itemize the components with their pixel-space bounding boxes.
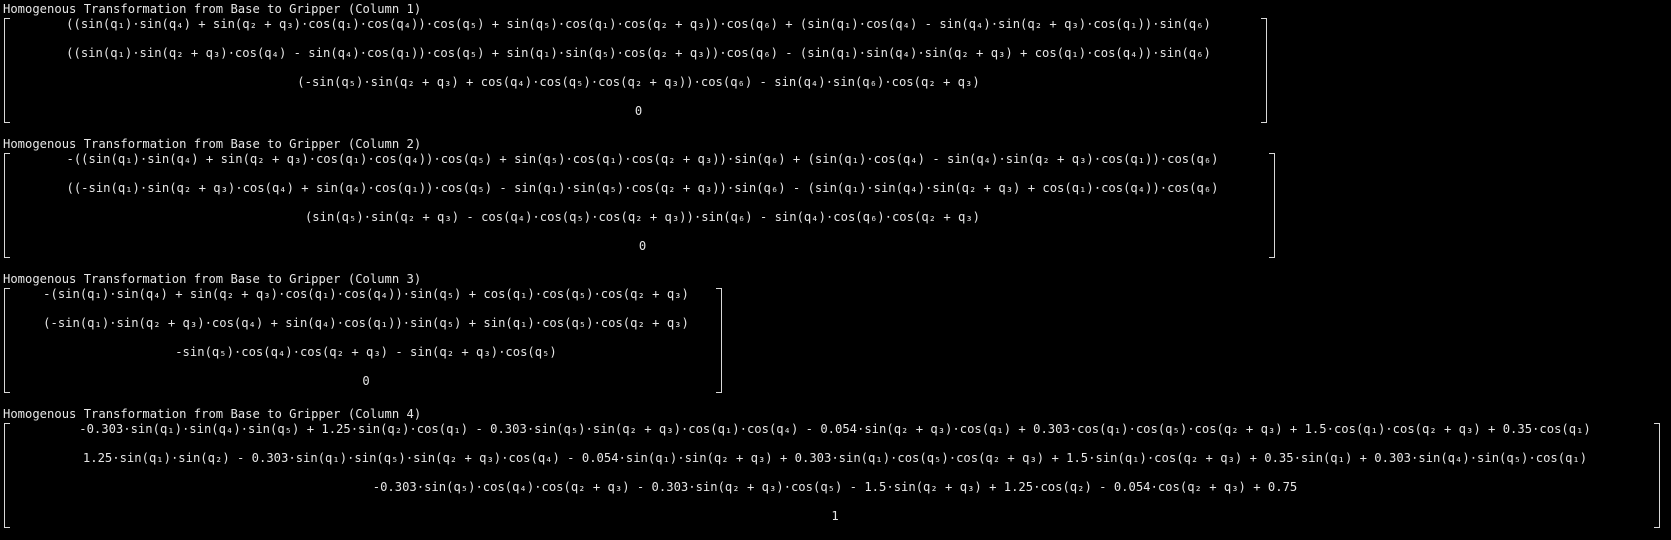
matrix-row-4: 0 [638, 239, 647, 253]
column-1-matrix: ((sin(q₁)⋅sin(q₄) + sin(q₂ + q₃)⋅cos(q₁)… [4, 16, 1267, 124]
right-bracket [1261, 18, 1267, 123]
matrix-row-4: 0 [634, 104, 643, 118]
matrix-row-3: (sin(q₅)⋅sin(q₂ + q₃) - cos(q₄)⋅cos(q₅)⋅… [304, 210, 981, 224]
column-4-matrix: -0.303⋅sin(q₁)⋅sin(q₄)⋅sin(q₅) + 1.25⋅si… [4, 421, 1664, 529]
column-3-matrix: -(sin(q₁)⋅sin(q₄) + sin(q₂ + q₃)⋅cos(q₁)… [4, 286, 724, 394]
matrix-row-2: 1.25⋅sin(q₁)⋅sin(q₂) - 0.303⋅sin(q₁)⋅sin… [82, 451, 1588, 465]
matrix-row-3: -0.303⋅sin(q₅)⋅cos(q₄)⋅cos(q₂ + q₃) - 0.… [372, 480, 1298, 494]
column-4-title: Homogenous Transformation from Base to G… [3, 407, 422, 421]
column-3-title: Homogenous Transformation from Base to G… [3, 272, 422, 286]
matrix-row-4: 1 [831, 509, 839, 523]
matrix-row-1: -0.303⋅sin(q₁)⋅sin(q₄)⋅sin(q₅) + 1.25⋅si… [79, 422, 1591, 436]
left-bracket [4, 153, 10, 258]
terminal-window: { "columns": [ { "title": "Homogenous Tr… [0, 0, 1671, 540]
left-bracket [4, 18, 10, 123]
matrix-row-1: ((sin(q₁)⋅sin(q₄) + sin(q₂ + q₃)⋅cos(q₁)… [66, 17, 1211, 31]
right-bracket [1269, 153, 1275, 258]
left-bracket [4, 423, 10, 528]
matrix-row-1: -((sin(q₁)⋅sin(q₄) + sin(q₂ + q₃)⋅cos(q₁… [66, 152, 1219, 166]
column-2-title: Homogenous Transformation from Base to G… [3, 137, 422, 151]
matrix-row-4: 0 [362, 374, 370, 388]
matrix-row-3: (-sin(q₅)⋅sin(q₂ + q₃) + cos(q₄)⋅cos(q₅)… [297, 75, 980, 89]
column-2-matrix: -((sin(q₁)⋅sin(q₄) + sin(q₂ + q₃)⋅cos(q₁… [4, 151, 1277, 259]
matrix-row-2: (-sin(q₁)⋅sin(q₂ + q₃)⋅cos(q₄) + sin(q₄)… [43, 316, 689, 330]
matrix-row-2: ((-sin(q₁)⋅sin(q₂ + q₃)⋅cos(q₄) + sin(q₄… [66, 181, 1219, 195]
matrix-row-3: -sin(q₅)⋅cos(q₄)⋅cos(q₂ + q₃) - sin(q₂ +… [175, 345, 557, 359]
column-1-title: Homogenous Transformation from Base to G… [3, 2, 422, 16]
right-bracket [716, 288, 722, 393]
matrix-row-1: -(sin(q₁)⋅sin(q₄) + sin(q₂ + q₃)⋅cos(q₁)… [43, 287, 689, 301]
matrix-row-2: ((sin(q₁)⋅sin(q₂ + q₃)⋅cos(q₄) - sin(q₄)… [66, 46, 1211, 60]
left-bracket [4, 288, 10, 393]
right-bracket [1654, 423, 1660, 528]
